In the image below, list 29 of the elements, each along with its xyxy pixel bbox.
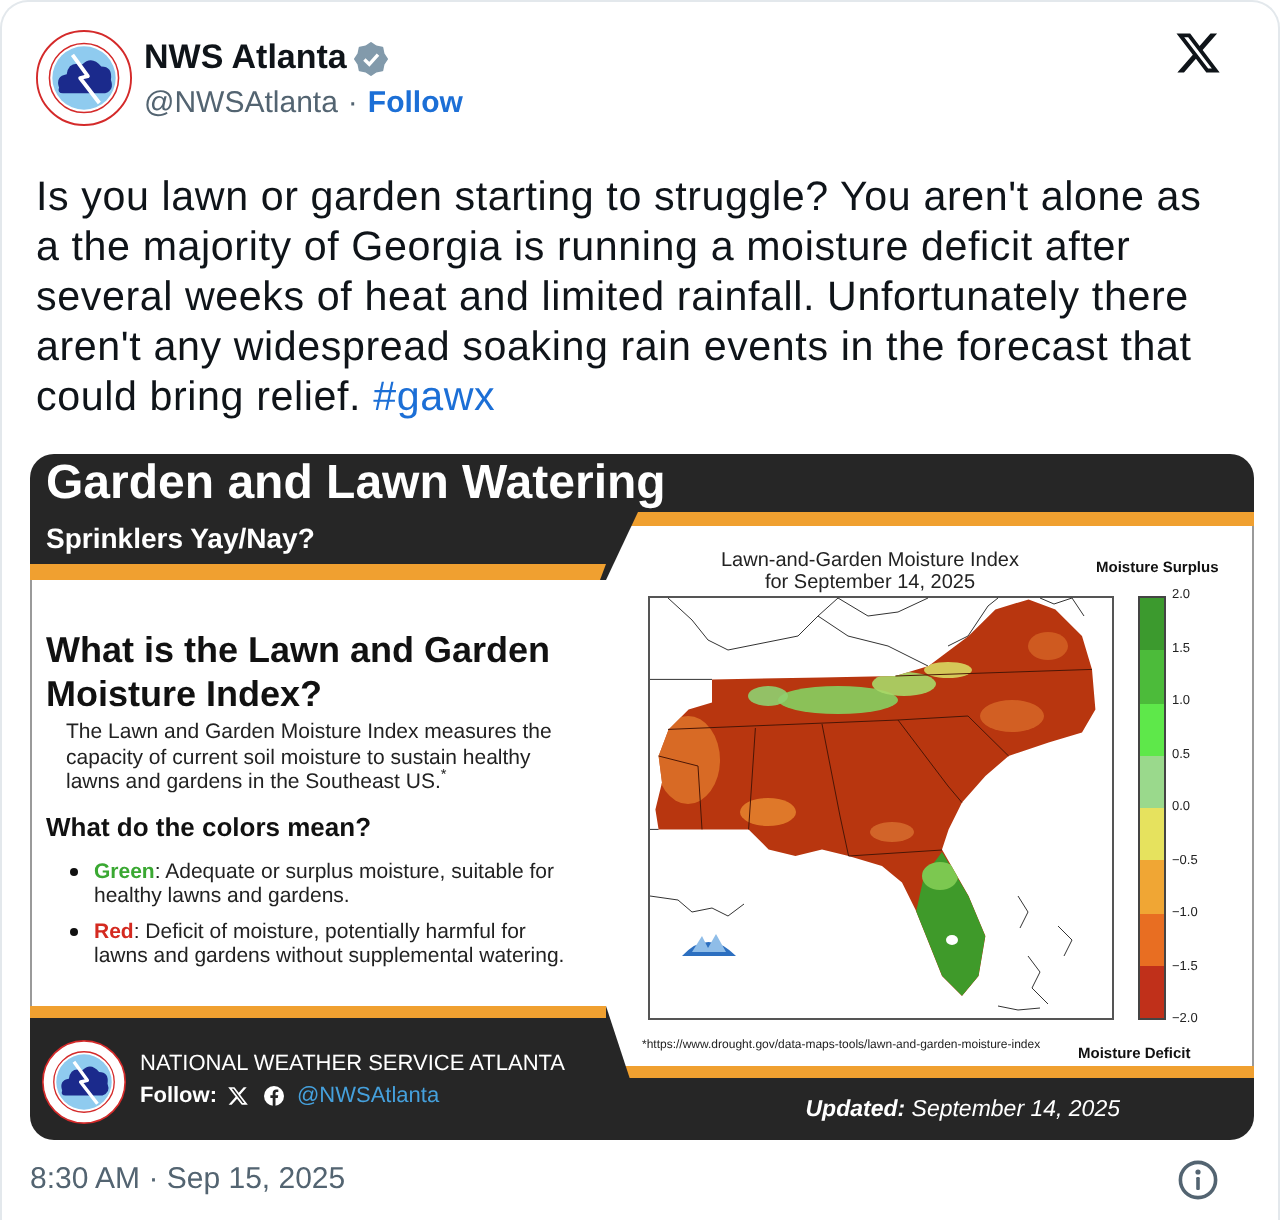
post-timestamp[interactable]: 8:30 AM · Sep 15, 2025 — [30, 1160, 346, 1200]
hashtag-link[interactable]: #gawx — [373, 374, 496, 420]
follow-link[interactable]: Follow — [367, 85, 463, 119]
organization-name: NATIONAL WEATHER SERVICE ATLANTA — [140, 1049, 566, 1079]
colors-heading: What do the colors mean? — [46, 811, 374, 843]
description-text: The Lawn and Garden Moisture Index measures the capacity of current soil moisture to sustain healthy lawns and gardens in the Southeast US.$^{*}$ — [66, 720, 554, 795]
f-circle-icon — [263, 1085, 283, 1105]
post-text: Is you lawn or garden starting to struggle? You aren't alone as a the majority of Georgia is running a moisture deficit after several weeks of heat and limited rainfall. Unfortunately there aren't any widespread soaking rain events in the forecast that could bring relief. #gawx — [34, 172, 1204, 422]
infographic-card[interactable] — [30, 454, 1254, 1140]
author-name[interactable]: NWS Atlanta — [144, 36, 347, 80]
section-heading: What is the Lawn and Garden Moisture Index? — [46, 628, 553, 716]
x-icon — [227, 1085, 247, 1105]
infographic-title: Garden and Lawn Watering — [46, 456, 666, 510]
info-icon[interactable] — [1178, 1160, 1218, 1200]
logo-icon — [682, 934, 736, 956]
author-handle[interactable]: @NWSAtlanta — [144, 85, 338, 119]
updated-date: Updated: September 14, 2025 — [805, 1097, 1120, 1121]
weather-logo-icon[interactable] — [42, 1040, 126, 1124]
infographic-subtitle: Sprinklers Yay/Nay? — [46, 522, 315, 554]
bullet-icon — [70, 868, 78, 876]
footer-handle: @NWSAtlanta — [297, 1083, 440, 1107]
bullet-icon — [70, 928, 78, 936]
separator-dot: · — [347, 85, 358, 119]
x-icon[interactable] — [1176, 32, 1220, 74]
map-title: Lawn-and-Garden Moisture Index for September 14, 2025 — [719, 550, 1021, 594]
weather-logo-icon[interactable] — [36, 30, 132, 126]
bullet-text: Green: Adequate or surplus moisture, suitable for healthy lawns and gardens. — [94, 859, 556, 909]
bullet-text: Red: Deficit of moisture, potentially harmful for lawns and gardens without supplemental watering. — [94, 919, 567, 969]
follow-label: Follow: — [140, 1083, 217, 1107]
